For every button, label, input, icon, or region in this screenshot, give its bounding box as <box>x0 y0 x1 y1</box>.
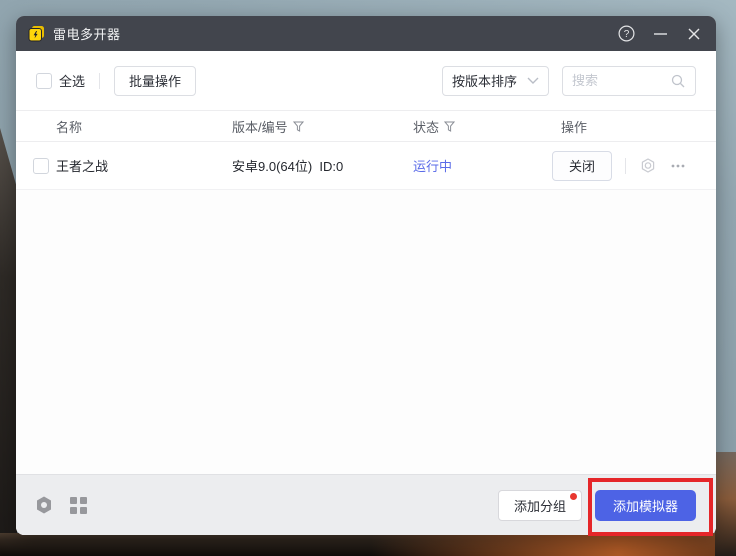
column-header-status: 状态 <box>413 117 439 136</box>
toolbar-divider <box>99 73 100 89</box>
filter-icon[interactable] <box>444 121 455 132</box>
notification-dot <box>570 493 577 500</box>
instance-name: 王者之战 <box>56 156 232 175</box>
app-icon <box>28 25 45 42</box>
more-options-icon[interactable] <box>669 157 687 175</box>
instance-version: 安卓9.0(64位) ID:0 <box>232 156 413 175</box>
column-header-actions: 操作 <box>552 117 716 136</box>
chevron-down-icon <box>527 77 539 84</box>
grid-view-icon[interactable] <box>70 497 87 514</box>
instance-settings-icon[interactable] <box>639 157 657 175</box>
wallpaper-mountain-left <box>0 128 17 556</box>
add-emulator-button[interactable]: 添加模拟器 <box>595 490 696 521</box>
sort-dropdown-value: 按版本排序 <box>452 71 517 90</box>
close-instance-button[interactable]: 关闭 <box>552 151 612 181</box>
batch-operations-button[interactable]: 批量操作 <box>114 66 196 96</box>
add-group-button[interactable]: 添加分组 <box>498 490 582 521</box>
select-all-label: 全选 <box>59 71 85 90</box>
close-icon[interactable] <box>684 24 704 44</box>
instance-status: 运行中 <box>413 156 552 175</box>
window-title: 雷电多开器 <box>53 24 121 43</box>
filter-icon[interactable] <box>293 121 304 132</box>
toolbar: 全选 批量操作 按版本排序 <box>16 51 716 110</box>
search-input[interactable] <box>572 73 664 88</box>
svg-text:?: ? <box>623 29 629 40</box>
table-row[interactable]: 王者之战 安卓9.0(64位) ID:0 运行中 关闭 <box>16 142 716 190</box>
desktop: 雷电多开器 ? 全选 <box>0 0 736 556</box>
table-header: 名称 版本/编号 状态 <box>16 110 716 142</box>
column-header-version: 版本/编号 <box>232 117 288 136</box>
settings-nut-icon[interactable] <box>36 496 52 514</box>
empty-list-area <box>16 190 716 474</box>
select-all-checkbox[interactable] <box>36 73 52 89</box>
sort-dropdown[interactable]: 按版本排序 <box>442 66 549 96</box>
actions-divider <box>625 158 626 174</box>
footer-bar: 添加分组 添加模拟器 <box>16 474 716 535</box>
ldplayer-multi-instance-window: 雷电多开器 ? 全选 <box>16 16 716 535</box>
search-box <box>562 66 696 96</box>
minimize-icon[interactable] <box>650 24 670 44</box>
help-icon[interactable]: ? <box>616 24 636 44</box>
wallpaper-mountain-right <box>715 452 736 556</box>
wallpaper-mountain-bottom <box>0 533 736 556</box>
search-icon[interactable] <box>670 73 686 89</box>
column-header-name: 名称 <box>56 117 232 136</box>
titlebar[interactable]: 雷电多开器 ? <box>16 16 716 51</box>
row-checkbox[interactable] <box>33 158 49 174</box>
add-group-label: 添加分组 <box>514 496 566 515</box>
